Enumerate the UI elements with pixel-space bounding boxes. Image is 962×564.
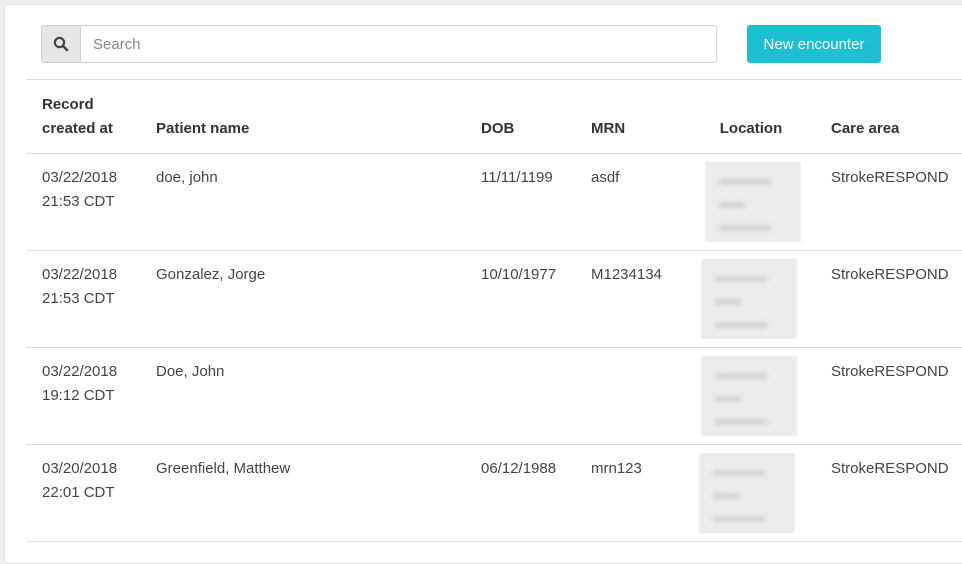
record-created-cell: 03/22/2018 19:12 CDT (26, 347, 140, 445)
record-created-cell: 03/20/2018 22:01 CDT (26, 444, 140, 542)
patient-name-cell: Doe, John (140, 347, 465, 445)
table-row[interactable]: 03/20/2018 22:01 CDT Greenfield, Matthew… (26, 444, 962, 542)
table-row[interactable]: 03/22/2018 19:12 CDT Doe, John ▬▬▬▬ ▬▬ ▬… (26, 347, 962, 445)
toolbar: New encounter (41, 25, 941, 63)
dob-cell: 11/11/1199 (465, 153, 575, 251)
redacted-location: ▬▬▬▬ ▬▬ ▬▬▬▬ (699, 452, 795, 533)
encounters-panel: New encounter Record created at Patient … (4, 4, 962, 564)
care-area-cell: StrokeRESPOND (815, 347, 962, 445)
redacted-location: ▬▬▬▬ ▬▬ ▬▬▬▬ (701, 258, 797, 339)
table-row[interactable]: 03/22/2018 21:53 CDT doe, john 11/11/119… (26, 153, 962, 251)
column-header-dob[interactable]: DOB (465, 80, 575, 154)
patient-name-cell: Gonzalez, Jorge (140, 250, 465, 348)
search-icon[interactable] (41, 25, 80, 63)
redacted-location: ▬▬▬▬ ▬▬ ▬▬▬▬ (701, 355, 797, 436)
redacted-location: ▬▬▬▬ ▬▬ ▬▬▬▬ (705, 161, 801, 242)
care-area-cell: StrokeRESPOND (815, 153, 962, 251)
column-header-location[interactable]: Location (687, 80, 815, 154)
dob-cell (465, 347, 575, 445)
mrn-cell: M1234134 (575, 250, 687, 348)
patient-name-cell: Greenfield, Matthew (140, 444, 465, 542)
search-input[interactable] (80, 25, 717, 63)
dob-cell: 10/10/1977 (465, 250, 575, 348)
care-area-cell: StrokeRESPOND (815, 444, 962, 542)
search-group (41, 25, 717, 63)
column-header-record-created[interactable]: Record created at (26, 80, 140, 154)
location-cell: ▬▬▬▬ ▬▬ ▬▬▬▬ (687, 153, 815, 251)
dob-cell: 06/12/1988 (465, 444, 575, 542)
location-cell: ▬▬▬▬ ▬▬ ▬▬▬▬ (687, 250, 815, 348)
mrn-cell (575, 347, 687, 445)
encounters-table: Record created at Patient name DOB MRN L… (26, 80, 962, 542)
record-created-cell: 03/22/2018 21:53 CDT (26, 153, 140, 251)
column-header-care-area[interactable]: Care area (815, 80, 962, 154)
patient-name-cell: doe, john (140, 153, 465, 251)
table-row[interactable]: 03/22/2018 21:53 CDT Gonzalez, Jorge 10/… (26, 250, 962, 348)
care-area-cell: StrokeRESPOND (815, 250, 962, 348)
table-header-row: Record created at Patient name DOB MRN L… (26, 80, 962, 154)
location-cell: ▬▬▬▬ ▬▬ ▬▬▬▬ (687, 444, 815, 542)
column-header-mrn[interactable]: MRN (575, 80, 687, 154)
record-created-cell: 03/22/2018 21:53 CDT (26, 250, 140, 348)
new-encounter-button[interactable]: New encounter (747, 25, 881, 63)
mrn-cell: asdf (575, 153, 687, 251)
column-header-patient-name[interactable]: Patient name (140, 80, 465, 154)
mrn-cell: mrn123 (575, 444, 687, 542)
location-cell: ▬▬▬▬ ▬▬ ▬▬▬▬ (687, 347, 815, 445)
